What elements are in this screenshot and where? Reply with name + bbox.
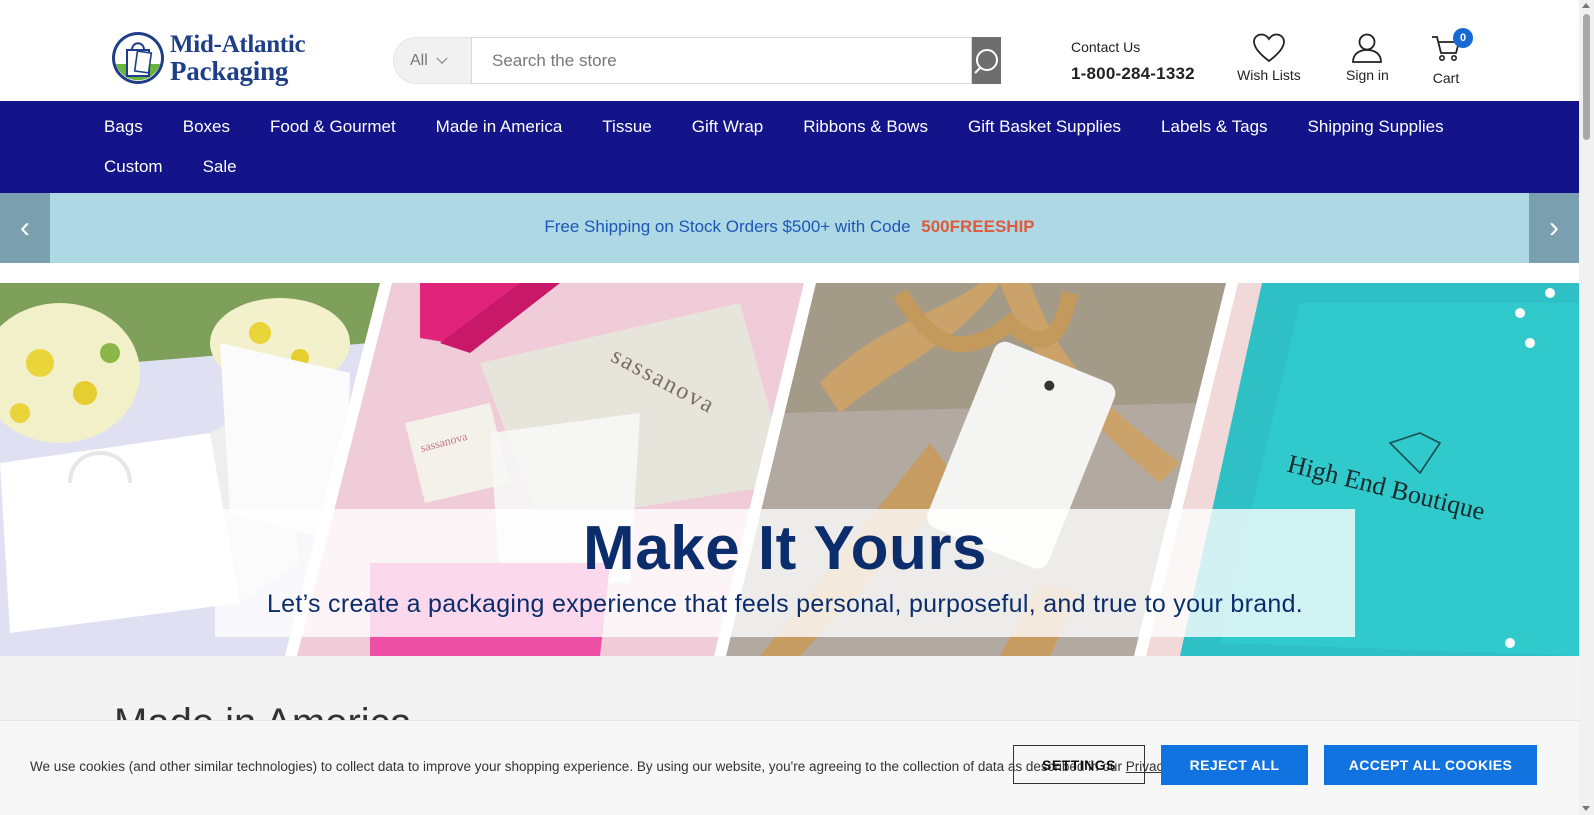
nav-item-made-in-america[interactable]: Made in America bbox=[436, 117, 563, 137]
site-logo[interactable]: Mid-Atlantic Packaging bbox=[110, 30, 306, 86]
signin-link[interactable]: Sign in bbox=[1346, 33, 1389, 83]
main-navigation: Bags Boxes Food & Gourmet Made in Americ… bbox=[0, 101, 1579, 193]
page-scrollbar[interactable] bbox=[1579, 0, 1594, 815]
scroll-up-arrow-icon[interactable] bbox=[1582, 3, 1590, 8]
wishlist-link[interactable]: Wish Lists bbox=[1237, 33, 1301, 83]
promo-banner: ‹ Free Shipping on Stock Orders $500+ wi… bbox=[0, 193, 1579, 263]
cookie-banner: We use cookies (and other similar techno… bbox=[0, 720, 1579, 815]
contact-label: Contact Us bbox=[1071, 39, 1141, 55]
nav-item-shipping-supplies[interactable]: Shipping Supplies bbox=[1308, 117, 1444, 137]
nav-item-bags[interactable]: Bags bbox=[104, 117, 143, 137]
cookie-settings-button[interactable]: SETTINGS bbox=[1013, 745, 1145, 784]
logo-wordmark: Mid-Atlantic Packaging bbox=[170, 31, 306, 86]
hero-caption: Make It Yours Let’s create a packaging e… bbox=[215, 509, 1355, 637]
wishlist-label: Wish Lists bbox=[1237, 67, 1301, 83]
search-button[interactable] bbox=[972, 37, 1001, 84]
user-icon bbox=[1352, 33, 1383, 63]
nav-item-ribbons-bows[interactable]: Ribbons & Bows bbox=[803, 117, 928, 137]
shopping-bag-logo-icon bbox=[110, 30, 166, 86]
hero-subtitle: Let’s create a packaging experience that… bbox=[266, 590, 1304, 618]
search-icon bbox=[973, 48, 998, 74]
promo-code: 500FREESHIP bbox=[921, 217, 1035, 236]
cart-label: Cart bbox=[1432, 70, 1460, 86]
heart-icon bbox=[1252, 33, 1285, 63]
nav-row-2: Custom Sale bbox=[104, 157, 277, 177]
nav-item-sale[interactable]: Sale bbox=[203, 157, 237, 177]
cart-link[interactable]: 0 Cart bbox=[1431, 28, 1473, 86]
search-input[interactable] bbox=[471, 37, 972, 84]
nav-item-custom[interactable]: Custom bbox=[104, 157, 163, 177]
cookie-text: We use cookies (and other similar techno… bbox=[30, 759, 1122, 774]
reject-all-button[interactable]: REJECT ALL bbox=[1161, 745, 1308, 785]
chevron-down-icon bbox=[436, 52, 448, 64]
promo-next-button[interactable]: › bbox=[1529, 193, 1579, 263]
nav-item-food-gourmet[interactable]: Food & Gourmet bbox=[270, 117, 396, 137]
site-header: Mid-Atlantic Packaging All Contact Us 1-… bbox=[0, 0, 1579, 101]
nav-item-labels-tags[interactable]: Labels & Tags bbox=[1161, 117, 1267, 137]
search-category-value: All bbox=[410, 51, 428, 69]
page: Mid-Atlantic Packaging All Contact Us 1-… bbox=[0, 0, 1594, 815]
promo-message: Free Shipping on Stock Orders $500+ with… bbox=[0, 217, 1579, 237]
hero-banner[interactable]: sassanova sassanova High End Boutique Ma… bbox=[0, 283, 1579, 656]
search-bar: All bbox=[393, 37, 1001, 84]
cart-count-badge: 0 bbox=[1453, 28, 1473, 48]
nav-item-boxes[interactable]: Boxes bbox=[183, 117, 230, 137]
contact-block[interactable]: Contact Us 1-800-284-1332 bbox=[1071, 39, 1195, 84]
signin-label: Sign in bbox=[1346, 67, 1389, 83]
chevron-right-icon: › bbox=[1549, 211, 1559, 244]
logo-line-2: Packaging bbox=[170, 56, 289, 86]
scroll-down-arrow-icon[interactable] bbox=[1582, 806, 1590, 811]
promo-text: Free Shipping on Stock Orders $500+ with… bbox=[544, 217, 911, 236]
nav-item-gift-basket-supplies[interactable]: Gift Basket Supplies bbox=[968, 117, 1121, 137]
nav-row-1: Bags Boxes Food & Gourmet Made in Americ… bbox=[104, 117, 1484, 137]
accept-all-cookies-button[interactable]: ACCEPT ALL COOKIES bbox=[1324, 745, 1537, 785]
hero-title: Make It Yours bbox=[583, 514, 987, 583]
contact-phone[interactable]: 1-800-284-1332 bbox=[1071, 64, 1195, 84]
logo-line-1: Mid-Atlantic bbox=[170, 31, 306, 58]
scrollbar-thumb[interactable] bbox=[1583, 14, 1590, 140]
nav-item-gift-wrap[interactable]: Gift Wrap bbox=[692, 117, 763, 137]
search-category-select[interactable]: All bbox=[393, 37, 471, 84]
nav-item-tissue[interactable]: Tissue bbox=[602, 117, 651, 137]
